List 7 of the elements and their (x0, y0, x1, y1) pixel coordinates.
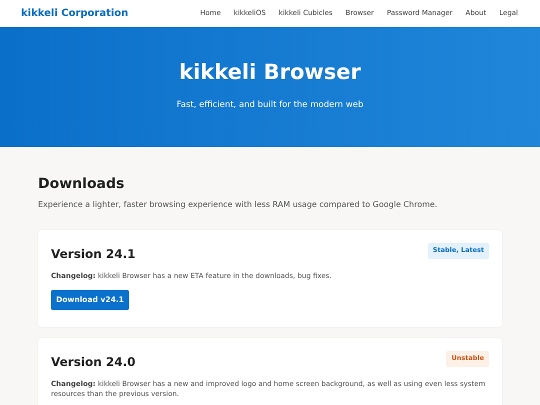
hero-title: kikkeli Browser (179, 62, 361, 84)
section-description: Experience a lighter, faster browsing experience with less RAM usage compared to Google Chrome. (38, 199, 438, 211)
hero-subtitle: Fast, efficient, and built for the modern web (176, 99, 364, 112)
version-title: Version 24.1 (51, 246, 136, 263)
version-title: Version 24.0 (51, 354, 136, 371)
brand-link[interactable]: kikkeli Corporation (21, 6, 128, 21)
section-heading: Downloads (38, 177, 126, 191)
